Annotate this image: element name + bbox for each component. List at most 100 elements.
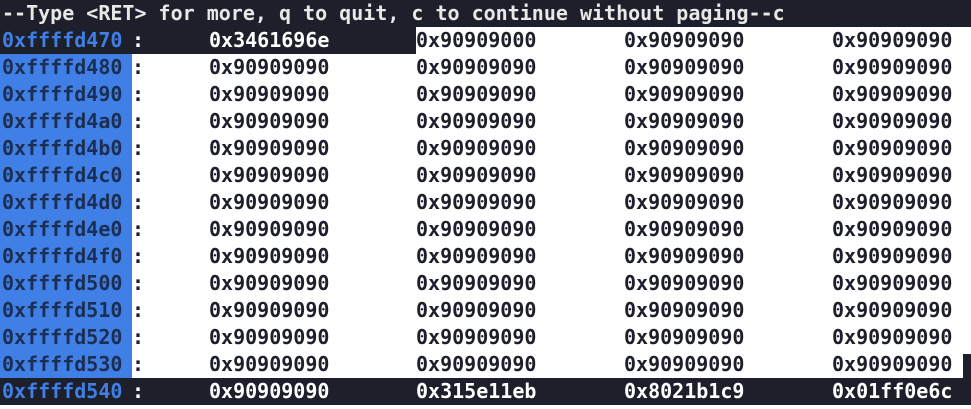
memory-address: 0xffffd4c0: [0, 162, 132, 189]
memory-word: 0x90909090: [832, 55, 953, 79]
memory-word: 0x90909090: [416, 325, 537, 349]
memory-word: 0x90909090: [624, 82, 745, 106]
terminal-window[interactable]: --Type <RET> for more, q to quit, c to c…: [0, 0, 971, 409]
address-separator: :: [132, 82, 145, 106]
address-separator: :: [132, 379, 145, 403]
memory-word: 0x90909090: [624, 163, 745, 187]
address-separator: :: [132, 325, 145, 349]
memory-row: 0xffffd4b0: 0x90909090 0x90909090 0x9090909…: [0, 135, 971, 162]
address-separator: :: [132, 217, 145, 241]
memory-word: 0x90909090: [416, 271, 537, 295]
memory-word: 0x01ff0e6c: [832, 379, 953, 403]
address-separator: :: [132, 55, 145, 79]
memory-word: 0x90909090: [624, 136, 745, 160]
memory-word: 0x90909090: [832, 82, 953, 106]
memory-address: 0xffffd510: [0, 297, 132, 324]
address-separator: :: [132, 136, 145, 160]
memory-row: 0xffffd470: 0x3461696e 0x90909000 0x9090909…: [0, 27, 971, 54]
memory-word: 0x90909090: [624, 28, 745, 52]
memory-word: 0x90909090: [832, 325, 953, 349]
memory-word: 0x90909090: [416, 55, 537, 79]
memory-address: 0xffffd530: [0, 351, 132, 378]
memory-word: 0x90909090: [416, 217, 537, 241]
memory-word: 0x90909090: [416, 352, 537, 376]
memory-word: 0x90909090: [624, 325, 745, 349]
memory-address: 0xffffd470: [0, 27, 132, 54]
address-separator: :: [132, 352, 145, 376]
memory-address: 0xffffd4d0: [0, 189, 132, 216]
memory-address: 0xffffd4f0: [0, 243, 132, 270]
memory-word: 0x90909090: [832, 217, 953, 241]
memory-word: 0x90909090: [416, 109, 537, 133]
memory-row: 0xffffd4c0: 0x90909090 0x90909090 0x9090909…: [0, 162, 971, 189]
memory-word: 0x90909090: [416, 298, 537, 322]
address-separator: :: [132, 190, 145, 214]
memory-word: 0x90909090: [832, 352, 953, 376]
address-separator: :: [132, 28, 145, 52]
memory-word: 0x315e11eb: [416, 379, 537, 403]
memory-row: 0xffffd4e0: 0x90909090 0x90909090 0x9090909…: [0, 216, 971, 243]
memory-word: 0x90909090: [209, 298, 330, 322]
memory-address: 0xffffd540: [0, 378, 132, 405]
address-separator: :: [132, 244, 145, 268]
memory-word: 0x90909090: [209, 55, 330, 79]
memory-word: 0x90909090: [209, 136, 330, 160]
memory-word: 0x90909090: [624, 217, 745, 241]
memory-address: 0xffffd4a0: [0, 108, 132, 135]
address-separator: :: [132, 271, 145, 295]
memory-address: 0xffffd500: [0, 270, 132, 297]
memory-row: 0xffffd530: 0x90909090 0x90909090 0x9090909…: [0, 351, 971, 378]
memory-row: 0xffffd540: 0x90909090 0x315e11eb 0x8021b1c…: [0, 378, 971, 405]
address-separator: :: [132, 298, 145, 322]
memory-word: 0x90909090: [209, 109, 330, 133]
memory-row: 0xffffd4f0: 0x90909090 0x90909090 0x9090909…: [0, 243, 971, 270]
memory-word: 0x90909090: [209, 163, 330, 187]
memory-address: 0xffffd490: [0, 81, 132, 108]
memory-word: 0x90909090: [209, 244, 330, 268]
memory-row: 0xffffd4a0: 0x90909090 0x90909090 0x9090909…: [0, 108, 971, 135]
memory-address: 0xffffd4b0: [0, 135, 132, 162]
memory-word: 0x90909090: [624, 190, 745, 214]
memory-address: 0xffffd480: [0, 54, 132, 81]
memory-row: 0xffffd4d0: 0x90909090 0x90909090 0x9090909…: [0, 189, 971, 216]
memory-word: 0x90909000: [416, 28, 537, 52]
address-separator: :: [132, 163, 145, 187]
memory-word: 0x90909090: [416, 244, 537, 268]
memory-word: 0x90909090: [624, 298, 745, 322]
memory-word: 0x90909090: [209, 379, 330, 403]
memory-row: 0xffffd520: 0x90909090 0x90909090 0x9090909…: [0, 324, 971, 351]
memory-word: 0x90909090: [209, 217, 330, 241]
memory-address: 0xffffd4e0: [0, 216, 132, 243]
memory-word: 0x90909090: [624, 55, 745, 79]
memory-address: 0xffffd520: [0, 324, 132, 351]
memory-word: 0x90909090: [209, 271, 330, 295]
pager-prompt: --Type <RET> for more, q to quit, c to c…: [0, 0, 971, 27]
memory-word: 0x90909090: [209, 82, 330, 106]
memory-word: 0x90909090: [416, 136, 537, 160]
memory-word: 0x90909090: [416, 82, 537, 106]
memory-row: 0xffffd480: 0x90909090 0x90909090 0x9090909…: [0, 54, 971, 81]
memory-word: 0x90909090: [832, 190, 953, 214]
memory-word: 0x90909090: [832, 136, 953, 160]
memory-word: 0x90909090: [624, 244, 745, 268]
memory-word: 0x90909090: [832, 163, 953, 187]
memory-word: 0x3461696e: [209, 28, 330, 52]
memory-word: 0x90909090: [624, 271, 745, 295]
memory-word: 0x90909090: [209, 352, 330, 376]
memory-word: 0x90909090: [832, 28, 953, 52]
memory-word: 0x8021b1c9: [624, 379, 745, 403]
address-separator: :: [132, 109, 145, 133]
memory-word: 0x90909090: [624, 109, 745, 133]
memory-word: 0x90909090: [416, 190, 537, 214]
memory-word: 0x90909090: [209, 190, 330, 214]
memory-word: 0x90909090: [832, 271, 953, 295]
memory-row: 0xffffd490: 0x90909090 0x90909090 0x9090909…: [0, 81, 971, 108]
memory-word: 0x90909090: [209, 325, 330, 349]
memory-word: 0x90909090: [624, 352, 745, 376]
memory-word: 0x90909090: [832, 244, 953, 268]
memory-word: 0x90909090: [832, 298, 953, 322]
memory-row: 0xffffd500: 0x90909090 0x90909090 0x9090909…: [0, 270, 971, 297]
text-cursor: [963, 354, 971, 381]
memory-word: 0x90909090: [832, 109, 953, 133]
memory-row: 0xffffd510: 0x90909090 0x90909090 0x9090909…: [0, 297, 971, 324]
